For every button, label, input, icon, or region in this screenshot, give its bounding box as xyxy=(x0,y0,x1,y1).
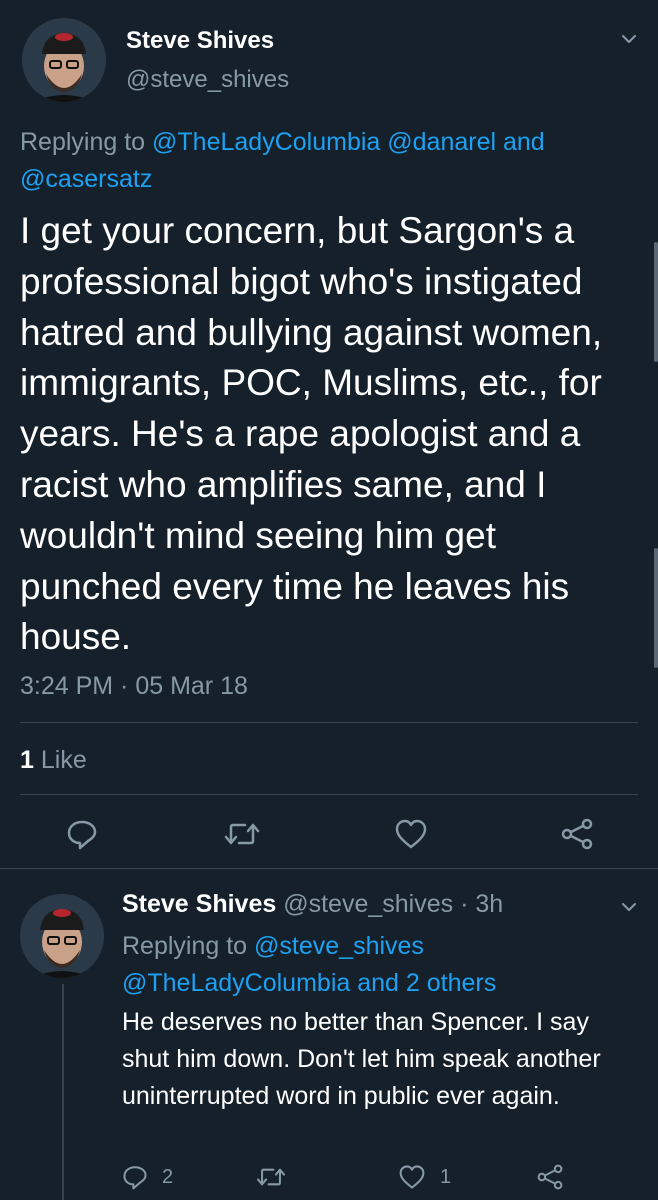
like-count: 1 xyxy=(440,1165,452,1188)
time-ago[interactable]: · 3h xyxy=(460,890,503,918)
reply-text: He deserves no better than Spencer. I sa… xyxy=(122,1008,601,1110)
reply-icon xyxy=(123,1166,147,1190)
like-button[interactable] xyxy=(394,818,428,850)
author-name[interactable]: Steve Shives xyxy=(126,27,274,55)
replying-to: Replying to @TheLadyColumbia @danarel an… xyxy=(20,124,620,198)
likes-label: Like xyxy=(40,746,87,774)
mention-others-link[interactable]: @TheLadyColumbia and 2 others xyxy=(122,969,496,997)
avatar[interactable] xyxy=(20,894,104,978)
share-icon xyxy=(537,1164,563,1190)
divider xyxy=(20,722,638,723)
author-handle[interactable]: @steve_shives xyxy=(283,890,453,918)
mention-link[interactable]: @steve_shives xyxy=(254,932,424,960)
retweet-icon xyxy=(224,823,260,845)
retweet-button[interactable] xyxy=(224,818,260,850)
author-name[interactable]: Steve Shives xyxy=(122,890,276,918)
reply-count: 2 xyxy=(162,1165,174,1188)
replying-prefix: Replying to xyxy=(20,128,146,156)
divider xyxy=(20,794,638,795)
thread-line xyxy=(62,984,64,1200)
scroll-indicator xyxy=(654,242,658,362)
replying-prefix: Replying to xyxy=(122,932,248,960)
mention-link[interactable]: @danarel xyxy=(387,128,496,156)
scroll-indicator xyxy=(654,548,658,668)
retweet-button[interactable] xyxy=(256,1164,286,1195)
tweet-timestamp[interactable]: 3:24 PM · 05 Mar 18 xyxy=(20,672,248,701)
tweet-text: I get your concern, but Sargon's a profe… xyxy=(20,210,603,658)
mention-link[interactable]: @TheLadyColumbia xyxy=(152,128,380,156)
mention-link[interactable]: @casersatz xyxy=(20,165,152,193)
reply-button[interactable]: 2 xyxy=(122,1164,173,1190)
heart-icon xyxy=(399,1165,425,1189)
retweet-icon xyxy=(256,1168,286,1186)
section-divider xyxy=(0,868,658,869)
likes-count: 1 xyxy=(20,746,34,774)
share-icon xyxy=(561,818,593,850)
share-button[interactable] xyxy=(560,818,594,850)
chevron-down-icon[interactable] xyxy=(620,30,638,53)
reply-replying-to: Replying to @steve_shives @TheLadyColumb… xyxy=(122,928,632,1002)
chevron-down-icon[interactable] xyxy=(620,898,638,921)
likes-summary[interactable]: 1 Like xyxy=(20,746,87,775)
reply-header: Steve Shives @steve_shives · 3h xyxy=(122,890,503,919)
share-button[interactable] xyxy=(536,1164,564,1195)
reply-button[interactable] xyxy=(66,818,98,850)
like-button[interactable]: 1 xyxy=(398,1164,451,1190)
replying-joiner: and xyxy=(503,128,545,156)
heart-icon xyxy=(395,819,427,849)
author-handle[interactable]: @steve_shives xyxy=(126,66,289,94)
reply-icon xyxy=(67,820,97,850)
avatar[interactable] xyxy=(22,18,106,102)
